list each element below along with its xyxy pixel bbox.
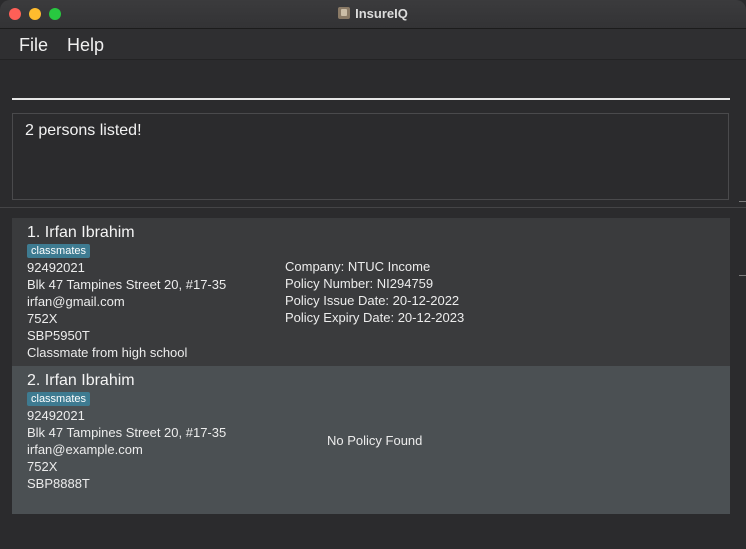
title-bar: InsureIQ [0,0,746,29]
phone-text: 92492021 [27,408,85,423]
postal-text: 752X [27,311,58,326]
split-pane-handle-lower[interactable] [739,275,746,276]
menu-bar: File Help [0,29,746,60]
policy-issue-date: Policy Issue Date: 20-12-2022 [285,293,460,308]
result-display: 2 persons listed! [12,113,729,200]
window-title-wrap: InsureIQ [0,6,746,21]
postal-text: 752X [27,459,58,474]
tag-badge: classmates [27,392,91,406]
person-name: 1. Irfan Ibrahim [27,224,135,241]
panel-divider [0,207,746,208]
address-text: Blk 47 Tampines Street 20, #17-35 [27,277,227,292]
person-name: 2. Irfan Ibrahim [27,372,135,389]
app-icon [338,7,351,19]
email-text: irfan@example.com [27,442,143,457]
remark-text: Classmate from high school [27,345,188,360]
person-card[interactable]: 1. Irfan Ibrahim classmates 92492021 Blk… [12,218,730,366]
menu-help[interactable]: Help [67,35,104,56]
plate-text: SBP5950T [27,328,90,343]
split-pane-handle[interactable] [739,201,746,202]
result-message: 2 persons listed! [25,122,142,139]
window-title: InsureIQ [355,6,408,21]
plate-text: SBP8888T [27,476,90,491]
email-text: irfan@gmail.com [27,294,125,309]
person-card-selected[interactable]: 2. Irfan Ibrahim classmates 92492021 Blk… [12,366,730,514]
menu-file[interactable]: File [19,35,48,56]
command-input[interactable] [12,74,730,100]
address-text: Blk 47 Tampines Street 20, #17-35 [27,425,227,440]
policy-expiry-date: Policy Expiry Date: 20-12-2023 [285,310,465,325]
policy-company: Company: NTUC Income [285,259,431,274]
phone-text: 92492021 [27,260,85,275]
no-policy-text: No Policy Found [327,433,423,448]
tag-badge: classmates [27,244,91,258]
person-list[interactable]: 1. Irfan Ibrahim classmates 92492021 Blk… [12,218,730,514]
policy-number: Policy Number: NI294759 [285,276,434,291]
